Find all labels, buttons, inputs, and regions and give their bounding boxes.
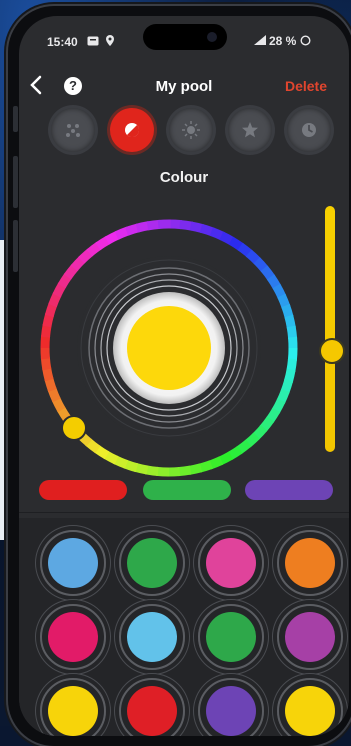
colour-wheel-knob[interactable] [61,415,87,441]
colour-wheel-area [19,196,349,486]
colour-swatch[interactable] [127,612,177,662]
colour-swatch[interactable] [127,538,177,588]
colour-swatch[interactable] [206,686,256,736]
divider [19,512,349,513]
colour-swatch[interactable] [127,686,177,736]
brightness-slider-track[interactable] [325,206,335,452]
delete-button[interactable]: Delete [285,78,327,94]
message-icon [87,35,99,49]
app-screen: 15:40 28 % ? My pool Delete Colour [19,16,349,736]
preset-green[interactable] [143,480,231,500]
colour-swatch[interactable] [48,538,98,588]
preset-red[interactable] [39,480,127,500]
colour-mode-icon [125,123,140,138]
dynamic-island [143,24,227,50]
sparkles-icon [66,124,80,137]
preset-purple[interactable] [245,480,333,500]
battery-label: 28 % [269,34,297,48]
mode-button-star[interactable] [228,108,272,152]
colour-swatch[interactable] [285,686,335,736]
mode-button-clock[interactable] [287,108,331,152]
sun-icon [182,121,200,139]
colour-presets [19,480,349,504]
status-time: 15:40 [47,35,78,49]
section-title: Colour [159,169,209,186]
clock-icon [302,123,316,137]
colour-swatch[interactable] [285,538,335,588]
selected-colour-swatch [127,306,211,390]
mode-button-colour[interactable] [110,108,154,152]
star-icon [242,122,258,138]
brightness-slider-knob[interactable] [319,338,345,364]
colour-swatch[interactable] [48,686,98,736]
colour-swatch-grid [19,518,349,736]
side-button [13,106,18,132]
battery-status: 28 % [269,34,311,48]
side-button [13,156,18,208]
mode-selector [51,108,331,154]
signal-icon [254,34,266,48]
colour-swatch[interactable] [206,612,256,662]
colour-swatch[interactable] [285,612,335,662]
mode-button-sun[interactable] [169,108,213,152]
side-button [13,220,18,272]
location-icon [105,35,115,50]
colour-swatch[interactable] [206,538,256,588]
battery-icon [300,35,311,46]
mode-button-sparkles[interactable] [51,108,95,152]
status-bar: 15:40 28 % [19,16,349,56]
colour-swatch[interactable] [48,612,98,662]
colour-wheel[interactable] [19,196,349,486]
